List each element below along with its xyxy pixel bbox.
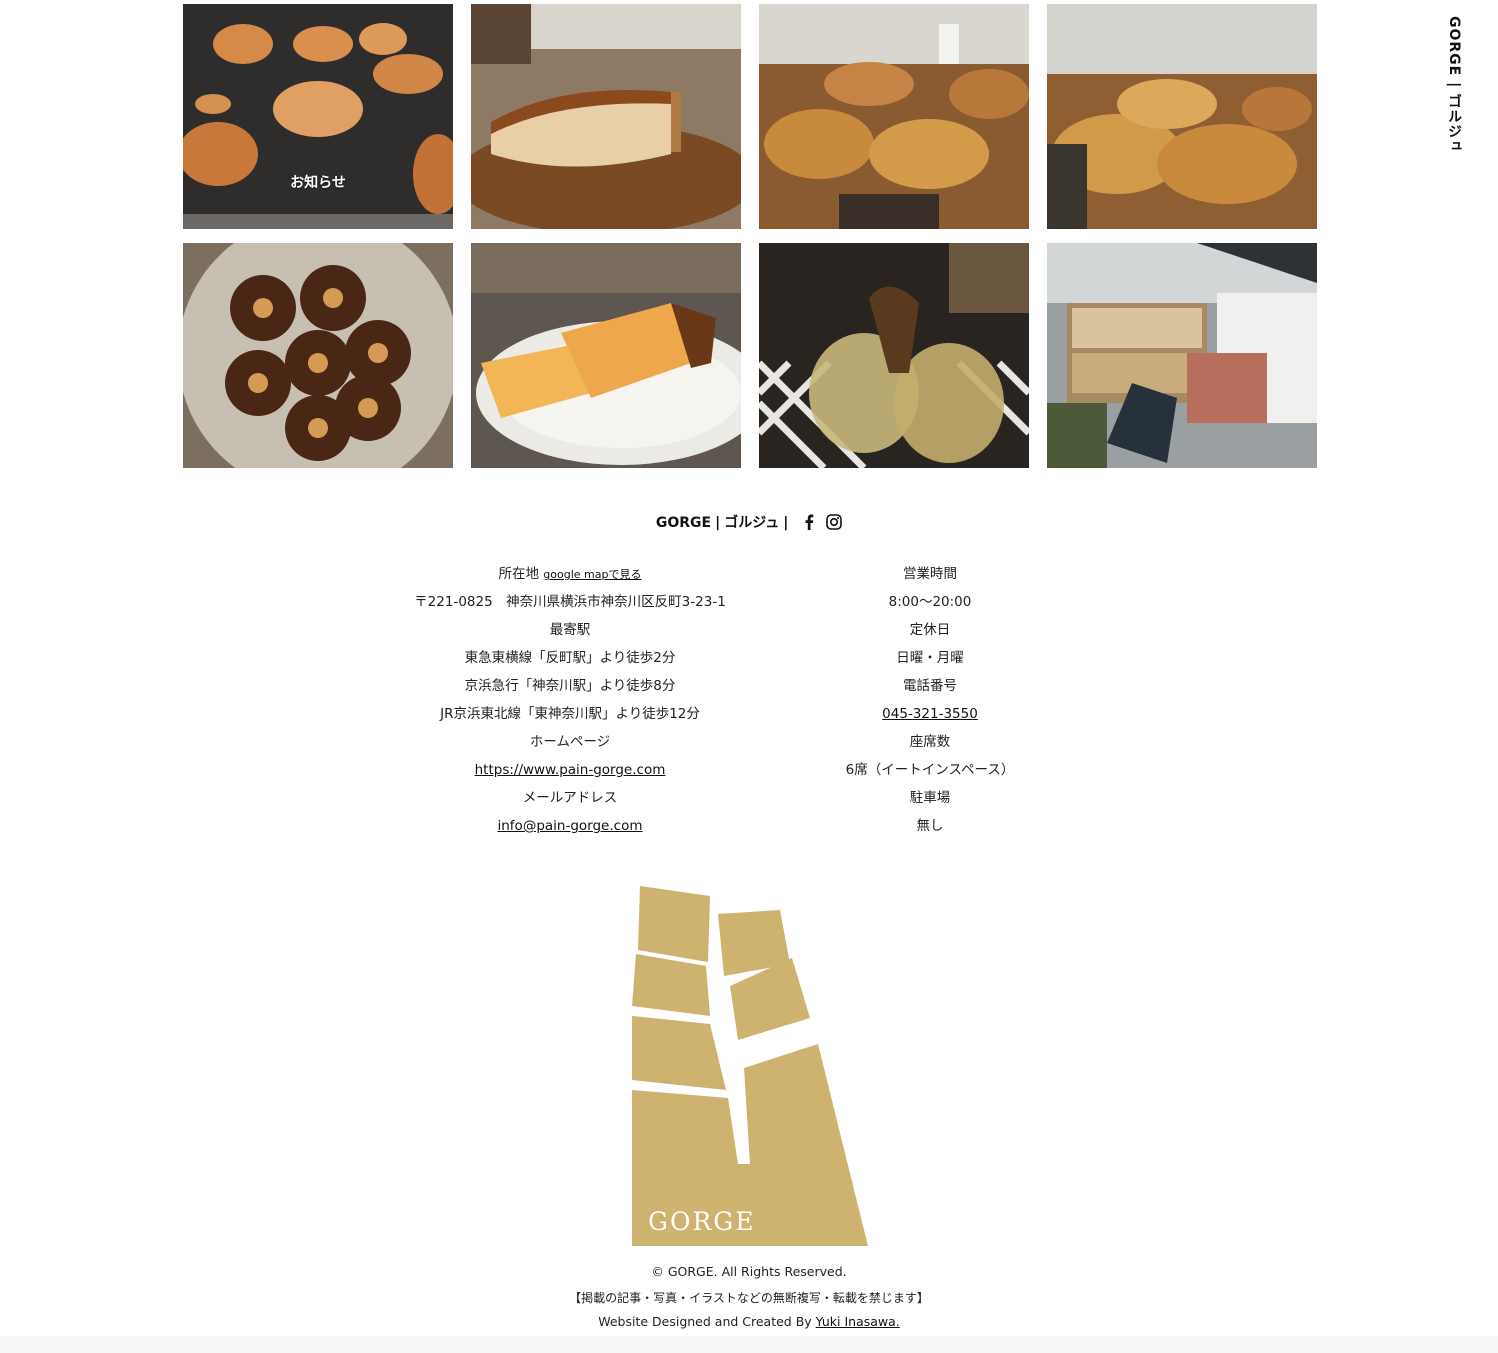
station-label: 最寄駅 xyxy=(549,622,591,638)
market-stall-photo xyxy=(1047,243,1317,468)
address: 〒221-0825 神奈川県横浜市神奈川区反町3-23-1 xyxy=(414,594,726,610)
gallery-tile-cheesecake[interactable] xyxy=(471,4,741,229)
gallery-tile-bread-display-1[interactable] xyxy=(759,4,1029,229)
footer-bar xyxy=(0,1336,1498,1353)
bread-display-photo-2 xyxy=(1047,4,1317,229)
credit-prefix: Website Designed and Created By xyxy=(598,1314,816,1329)
seats-label: 座席数 xyxy=(909,734,951,750)
closed-label: 定休日 xyxy=(909,622,951,638)
email-label: メールアドレス xyxy=(522,790,618,806)
station-2: 京浜急行「神奈川駅」より徒歩8分 xyxy=(464,678,676,694)
gallery-tile-pound-cake[interactable] xyxy=(471,243,741,468)
google-map-link[interactable]: google mapで見る xyxy=(543,568,641,581)
parking-label: 駐車場 xyxy=(909,790,951,806)
gallery-tile-pastries[interactable]: お知らせ xyxy=(183,4,453,229)
location-label: 所在地 xyxy=(498,566,540,582)
copyright: © GORGE. All Rights Reserved. xyxy=(651,1264,847,1279)
email-link[interactable]: info@pain-gorge.com xyxy=(498,818,643,834)
brand-separator: | xyxy=(783,515,789,531)
closed-value: 日曜・月曜 xyxy=(896,650,964,666)
parking-value: 無し xyxy=(916,818,944,834)
gallery-tile-espresso[interactable] xyxy=(759,243,1029,468)
brand-line: GORGE | ゴルジュ | xyxy=(0,512,1498,534)
hours-label: 営業時間 xyxy=(903,566,957,582)
site-vertical-title[interactable]: GORGE | ゴルジュ xyxy=(1444,16,1464,154)
info-left: 所在地 google mapで見る 〒221-0825 神奈川県横浜市神奈川区反… xyxy=(390,560,750,840)
pastries-photo xyxy=(183,4,453,229)
instagram-icon[interactable] xyxy=(826,514,842,534)
pound-cake-photo xyxy=(471,243,741,468)
hours-value: 8:00〜20:00 xyxy=(888,594,972,610)
news-label[interactable]: お知らせ xyxy=(183,172,453,192)
homepage-link[interactable]: https://www.pain-gorge.com xyxy=(475,762,666,778)
brand-name: GORGE xyxy=(655,515,712,531)
credit-line: Website Designed and Created By Yuki Ina… xyxy=(0,1314,1498,1329)
info-right: 営業時間 8:00〜20:00 定休日 日曜・月曜 電話番号 045-321-3… xyxy=(750,560,1110,840)
brand-separator: | xyxy=(715,515,721,531)
gorge-logo: GORGE xyxy=(630,884,870,1248)
espresso-photo xyxy=(759,243,1029,468)
gallery-tile-market-stall[interactable] xyxy=(1047,243,1317,468)
phone-link[interactable]: 045-321-3550 xyxy=(882,706,978,722)
homepage-label: ホームページ xyxy=(529,734,611,750)
bread-display-photo-1 xyxy=(759,4,1029,229)
station-1: 東急東横線「反町駅」より徒歩2分 xyxy=(464,650,676,666)
copy-notice: 【掲載の記事・写真・イラストなどの無断複写・転載を禁じます】 xyxy=(569,1291,929,1305)
station-3: JR京浜東北線「東神奈川駅」より徒歩12分 xyxy=(440,706,700,722)
cheesecake-photo xyxy=(471,4,741,229)
gallery-tile-bread-display-2[interactable] xyxy=(1047,4,1317,229)
gallery-tile-canele[interactable] xyxy=(183,243,453,468)
seats-value: 6席（イートインスペース） xyxy=(845,762,1015,778)
credit-link[interactable]: Yuki Inasawa. xyxy=(816,1314,900,1329)
canele-photo xyxy=(183,243,453,468)
phone-label: 電話番号 xyxy=(903,678,957,694)
logo-text: GORGE xyxy=(648,1207,756,1236)
facebook-icon[interactable] xyxy=(803,514,815,534)
brand-name-ja: ゴルジュ xyxy=(724,515,780,531)
